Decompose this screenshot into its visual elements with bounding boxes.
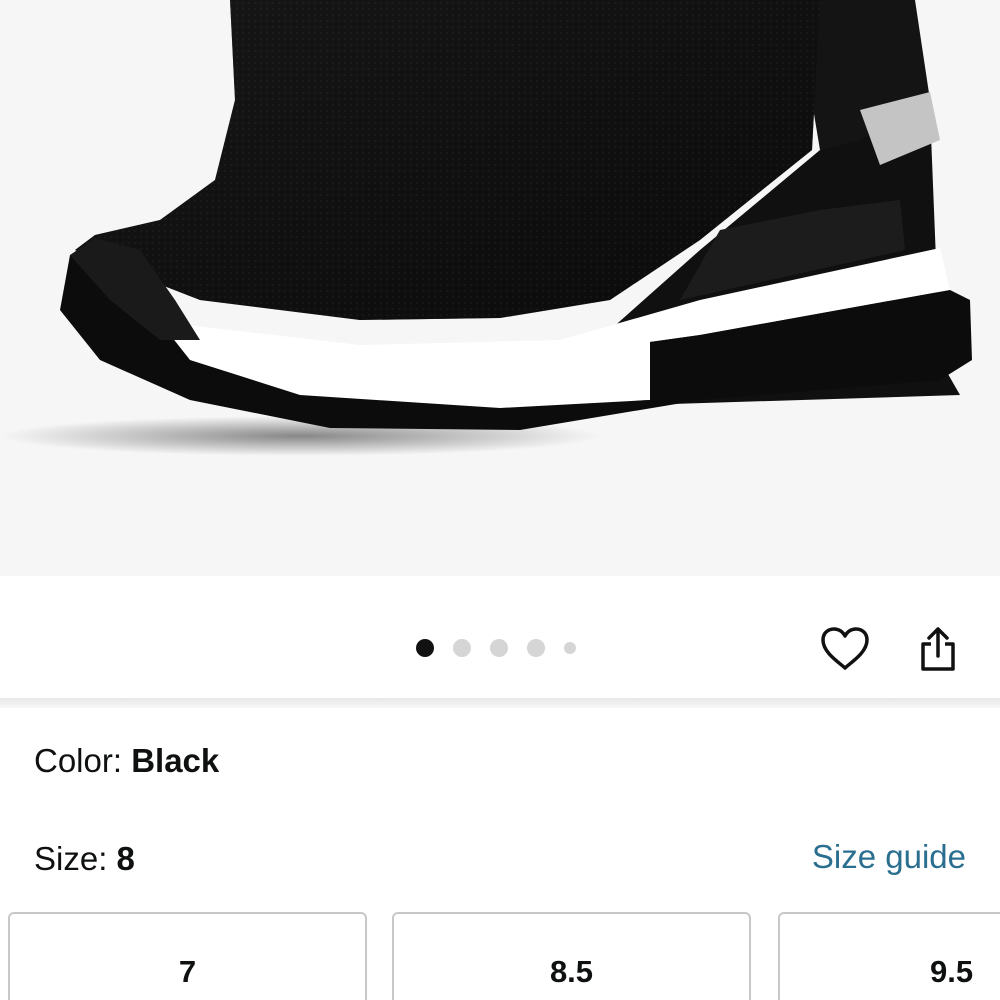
size-option-label: 7 bbox=[178, 954, 197, 989]
color-value: Black bbox=[131, 742, 220, 779]
size-option[interactable]: 9.5 bbox=[778, 912, 1000, 1000]
product-image[interactable] bbox=[0, 0, 1000, 576]
color-label: Color: bbox=[34, 742, 132, 779]
carousel-dot[interactable] bbox=[527, 639, 545, 657]
size-label: Size: bbox=[34, 840, 117, 877]
carousel-dot-active[interactable] bbox=[416, 639, 434, 657]
size-option[interactable]: 8.5 bbox=[392, 912, 751, 1000]
favorite-button[interactable] bbox=[818, 622, 872, 676]
size-selection: Size: 8 bbox=[34, 840, 135, 878]
carousel-indicator[interactable] bbox=[416, 638, 595, 658]
size-option-label: 8.5 bbox=[549, 954, 594, 989]
section-divider bbox=[0, 698, 1000, 708]
carousel-dot[interactable] bbox=[490, 639, 508, 657]
heart-icon bbox=[821, 627, 869, 670]
size-guide-link[interactable]: Size guide bbox=[812, 837, 966, 877]
share-icon bbox=[921, 627, 955, 671]
image-gallery-controls bbox=[0, 576, 1000, 700]
product-detail-page: Color: Black Size: 8 Size guide 7 8.5 9.… bbox=[0, 0, 1000, 1000]
size-option-label: 9.5 bbox=[930, 954, 974, 989]
size-value: 8 bbox=[116, 840, 135, 877]
sneaker-illustration bbox=[0, 0, 972, 456]
color-selection: Color: Black bbox=[34, 742, 219, 780]
carousel-dot-small[interactable] bbox=[564, 642, 576, 654]
size-option[interactable]: 7 bbox=[8, 912, 367, 1000]
carousel-dot[interactable] bbox=[453, 639, 471, 657]
share-button[interactable] bbox=[911, 622, 965, 676]
